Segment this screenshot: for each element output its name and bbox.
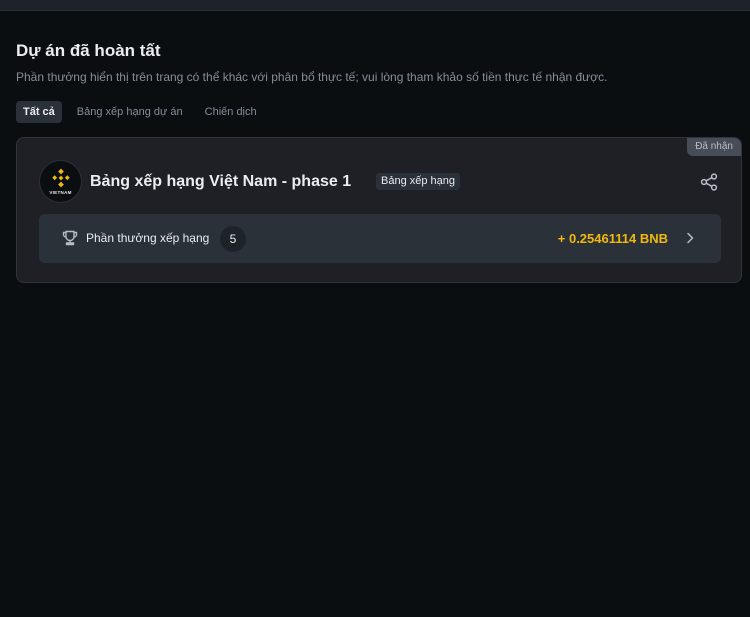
reward-label: Phần thưởng xếp hạng (86, 231, 210, 245)
leaderboard-tag: Bảng xếp hạng (376, 173, 461, 190)
filter-tabs: Tất cả Bảng xếp hạng dự án Chiến dịch (16, 101, 264, 123)
section-title: Dự án đã hoàn tất (16, 41, 161, 60)
status-badge: Đã nhận (687, 138, 741, 156)
binance-logo-icon: VIETNAM (39, 160, 82, 203)
project-card: Đã nhận VIETNAM Bảng xếp hạng Việt Nam -… (16, 137, 742, 283)
ranking-reward-row[interactable]: Phần thưởng xếp hạng 5 + 0.25461114 BNB (39, 214, 721, 263)
trophy-icon (62, 230, 78, 246)
logo-text: VIETNAM (49, 190, 72, 195)
project-title[interactable]: Bảng xếp hạng Việt Nam - phase 1 (90, 173, 351, 191)
completed-projects-page: Dự án đã hoàn tất Phần thưởng hiển thị t… (0, 0, 750, 617)
chevron-right-icon[interactable] (683, 231, 697, 245)
section-subtitle: Phần thưởng hiển thị trên trang có thể k… (16, 70, 608, 84)
tab-all[interactable]: Tất cả (16, 101, 62, 123)
tab-campaign[interactable]: Chiến dịch (198, 101, 264, 123)
tab-project-leaderboard[interactable]: Bảng xếp hạng dự án (70, 101, 190, 123)
reward-amount: + 0.25461114 BNB (557, 231, 668, 246)
share-icon[interactable] (699, 172, 719, 192)
top-strip (0, 0, 750, 11)
rank-badge: 5 (220, 226, 246, 252)
binance-diamond-icon (51, 168, 70, 188)
